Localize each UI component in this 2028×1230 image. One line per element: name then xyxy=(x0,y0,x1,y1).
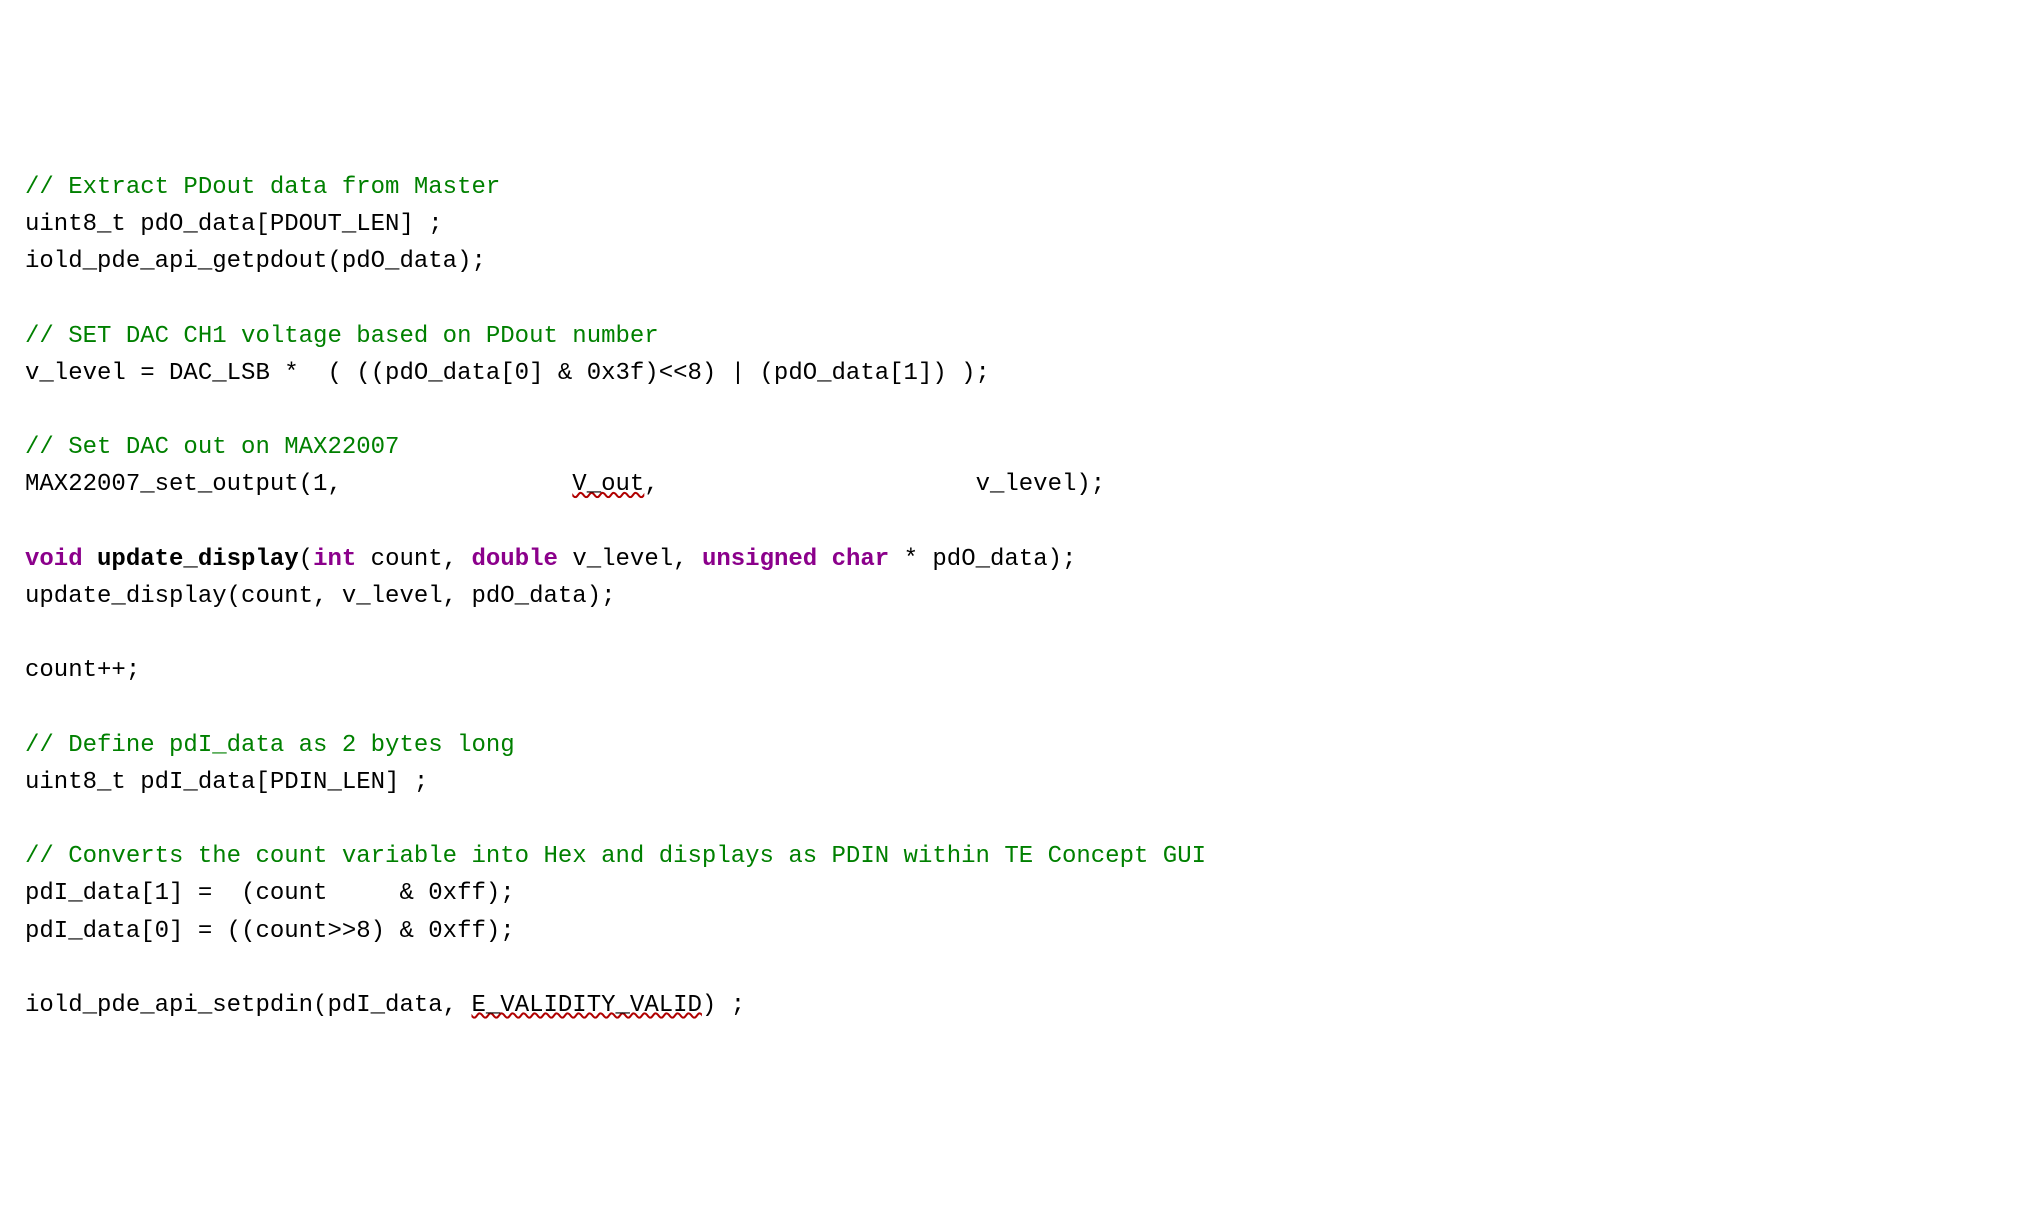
comment-extract: // Extract PDout data from Master xyxy=(25,174,500,201)
code-param: * pdO_data); xyxy=(889,546,1076,573)
comment-set-dac-out: // Set DAC out on MAX22007 xyxy=(25,434,399,461)
code-line: pdI_data[1] = (count & 0xff); xyxy=(25,880,515,907)
code-line: v_level = DAC_LSB * ( ((pdO_data[0] & 0x… xyxy=(25,360,990,387)
code-line-part: MAX22007_set_output(1, xyxy=(25,471,572,498)
code-paren: ( xyxy=(299,546,313,573)
keyword-unsigned: unsigned xyxy=(702,546,817,573)
code-line: uint8_t pdI_data[PDIN_LEN] ; xyxy=(25,769,428,796)
comment-converts-count: // Converts the count variable into Hex … xyxy=(25,843,1206,870)
keyword-char: char xyxy=(832,546,890,573)
code-line: count++; xyxy=(25,657,140,684)
code-space xyxy=(83,546,97,573)
code-line-part: , v_level); xyxy=(644,471,1105,498)
function-name: update_display xyxy=(97,546,299,573)
code-block: // Extract PDout data from Master uint8_… xyxy=(25,169,2003,1024)
comment-define-pdi: // Define pdI_data as 2 bytes long xyxy=(25,732,515,759)
comment-set-dac-ch1: // SET DAC CH1 voltage based on PDout nu… xyxy=(25,323,659,350)
spellcheck-evalidity: E_VALIDITY_VALID xyxy=(471,992,701,1019)
keyword-void: void xyxy=(25,546,83,573)
code-line: update_display(count, v_level, pdO_data)… xyxy=(25,583,616,610)
keyword-double: double xyxy=(472,546,558,573)
code-line-part: ) ; xyxy=(702,992,745,1019)
code-param: count, xyxy=(356,546,471,573)
spellcheck-vout: V_out xyxy=(572,471,644,498)
code-line: iold_pde_api_getpdout(pdO_data); xyxy=(25,248,486,275)
code-param: v_level, xyxy=(558,546,702,573)
keyword-int: int xyxy=(313,546,356,573)
code-line: uint8_t pdO_data[PDOUT_LEN] ; xyxy=(25,211,443,238)
code-line-part: iold_pde_api_setpdin(pdI_data, xyxy=(25,992,471,1019)
code-space xyxy=(817,546,831,573)
code-line: pdI_data[0] = ((count>>8) & 0xff); xyxy=(25,918,515,945)
